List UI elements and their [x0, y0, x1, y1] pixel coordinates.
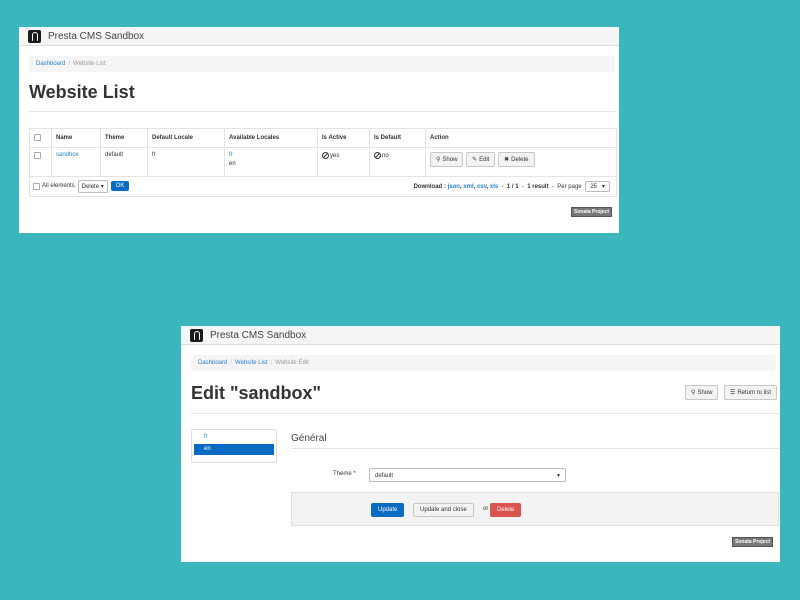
row-name-link[interactable]: sandbox — [56, 152, 79, 158]
brand[interactable]: Presta CMS Sandbox — [48, 31, 144, 42]
top-actions: ⚲ Show ☰ Return to list — [685, 384, 778, 402]
per-page-label: Per page — [557, 184, 582, 190]
breadcrumb-current: Website Edit — [275, 360, 309, 366]
list-icon: ☰ — [729, 390, 736, 397]
edit-button[interactable]: ✎ Edit — [466, 152, 496, 167]
powered-by-badge[interactable]: Sonata Project — [732, 537, 774, 547]
show-button[interactable]: ⚲ Show — [685, 385, 719, 401]
logo-icon — [190, 328, 203, 342]
delete-button[interactable]: Delete — [490, 503, 522, 517]
select-all-checkbox[interactable] — [34, 133, 41, 141]
locale-tab-fr[interactable]: fr — [194, 432, 274, 443]
locale-fr[interactable]: fr — [229, 152, 313, 158]
download-label: Download : — [413, 184, 446, 190]
theme-label: Theme * — [333, 471, 356, 477]
form-actions: Update Update and close or Delete — [291, 492, 779, 526]
ok-button[interactable]: OK — [110, 181, 130, 191]
col-theme: Theme — [100, 128, 148, 148]
page-title: Website List — [29, 82, 135, 102]
col-available-locales: Available Locales — [224, 128, 318, 148]
download-json[interactable]: json — [448, 184, 460, 190]
edit-icon: ✎ — [472, 157, 478, 163]
delete-button[interactable]: ✖ Delete — [498, 152, 535, 167]
or-label: or — [483, 506, 489, 512]
breadcrumb-current: Website List — [73, 61, 106, 67]
download-csv[interactable]: csv — [477, 184, 487, 190]
row-is-active: yes — [317, 147, 370, 177]
table-footer: All elements Delete ▾ OK Download : json… — [29, 176, 617, 197]
default-icon — [374, 152, 381, 159]
all-elements-checkbox[interactable] — [33, 182, 40, 190]
website-edit-window: Presta CMS Sandbox Dashboard / Website L… — [181, 326, 780, 562]
page-title: Edit "sandbox" — [191, 383, 322, 403]
row-available-locales: fr en — [224, 147, 318, 177]
search-icon: ⚲ — [436, 157, 441, 163]
chevron-down-icon: ▼ — [556, 473, 561, 479]
col-action: Action — [425, 128, 617, 148]
return-to-list-button[interactable]: ☰ Return to list — [723, 385, 777, 401]
col-is-default: Is Default — [369, 128, 426, 148]
col-default-locale: Default Locale — [147, 128, 225, 148]
batch-action-select[interactable]: Delete ▾ — [77, 179, 108, 193]
pager-info: Download : json, xml, csv, xls - 1 / 1 -… — [414, 181, 610, 192]
breadcrumb-dashboard[interactable]: Dashboard — [36, 61, 65, 67]
navbar: Presta CMS Sandbox — [181, 326, 780, 345]
powered-by-badge[interactable]: Sonata Project — [571, 207, 613, 217]
row-theme: default — [100, 147, 148, 177]
table-header: Name Theme Default Locale Available Loca… — [29, 128, 617, 148]
table-row: sandbox default fr fr en yes no ⚲ Show ✎ E… — [29, 147, 617, 177]
breadcrumb-website-list[interactable]: Website List — [235, 360, 268, 366]
row-checkbox[interactable] — [34, 152, 41, 159]
close-icon: ✖ — [504, 157, 510, 163]
row-default-locale: fr — [147, 147, 225, 177]
update-and-close-button[interactable]: Update and close — [413, 503, 474, 517]
theme-select[interactable]: default ▼ — [369, 468, 566, 482]
locale-en: en — [229, 161, 236, 167]
active-icon — [322, 152, 329, 159]
update-button[interactable]: Update — [371, 503, 405, 517]
results: 1 result — [527, 184, 549, 190]
navbar: Presta CMS Sandbox — [19, 27, 619, 46]
breadcrumb: Dashboard / Website List — [29, 56, 615, 72]
search-icon: ⚲ — [691, 390, 696, 397]
breadcrumb: Dashboard / Website List / Website Edit — [191, 355, 776, 371]
row-is-default: no — [369, 147, 426, 177]
logo-icon — [28, 29, 41, 43]
brand[interactable]: Presta CMS Sandbox — [210, 330, 306, 341]
locale-tab-en[interactable]: en — [194, 444, 274, 455]
locale-tabs: fr en — [191, 429, 277, 463]
download-xml[interactable]: xml — [463, 184, 473, 190]
download-xls[interactable]: xls — [490, 184, 498, 190]
col-is-active: Is Active — [317, 128, 370, 148]
section-title: Général — [291, 433, 327, 444]
website-list-window: Presta CMS Sandbox Dashboard / Website L… — [19, 27, 619, 233]
all-elements-label: All elements — [42, 183, 75, 189]
per-page-select[interactable]: 25 ▾ — [585, 181, 610, 192]
pages: 1 / 1 — [506, 184, 519, 190]
show-button[interactable]: ⚲ Show — [430, 152, 464, 167]
col-name: Name — [51, 128, 101, 148]
breadcrumb-dashboard[interactable]: Dashboard — [198, 360, 227, 366]
website-table: Name Theme Default Locale Available Loca… — [29, 128, 617, 177]
